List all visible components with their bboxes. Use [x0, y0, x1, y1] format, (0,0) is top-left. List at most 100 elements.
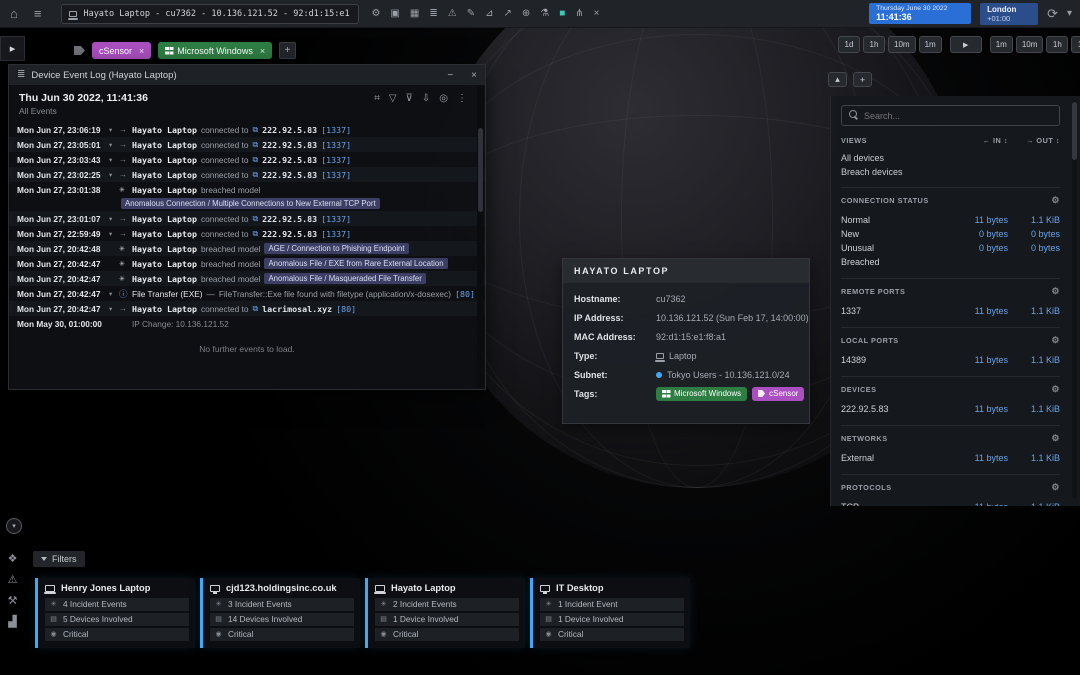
connection-target[interactable]: lacrimosal.xyz: [262, 304, 332, 314]
out-column-header[interactable]: → OUT ↕: [1008, 136, 1060, 145]
window-titlebar[interactable]: ≣ Device Event Log (Hayato Laptop) − ×: [9, 65, 485, 85]
connection-target[interactable]: 222.92.5.83: [262, 229, 317, 239]
clear-icon[interactable]: ×: [594, 9, 600, 19]
event-row[interactable]: Mon Jun 27, 20:42:48✳Hayato Laptopbreach…: [9, 241, 485, 256]
incident-card[interactable]: Hayato Laptop✳2 Incident Events▤1 Device…: [365, 578, 525, 648]
model-breach-badge[interactable]: Anomalous Connection / Multiple Connecti…: [121, 198, 380, 209]
event-row[interactable]: Mon Jun 27, 23:06:19▾→Hayato Laptopconne…: [9, 122, 485, 137]
sidebar-view-item[interactable]: Breach devices: [841, 165, 1060, 179]
timezone-display[interactable]: London +01:00: [980, 3, 1038, 25]
incident-card[interactable]: IT Desktop✳1 Incident Event▤1 Device Inv…: [530, 578, 690, 648]
screenshot-icon[interactable]: ▣: [390, 9, 399, 19]
event-row[interactable]: Mon Jun 27, 23:05:01▾→Hayato Laptopconne…: [9, 137, 485, 152]
incident-card-row[interactable]: ◉Critical: [45, 628, 189, 641]
external-link-icon[interactable]: ⧉: [252, 170, 258, 180]
incident-card-row[interactable]: ◉Critical: [210, 628, 354, 641]
event-row[interactable]: Mon Jun 27, 23:01:38✳Hayato Laptopbreach…: [9, 182, 485, 197]
scrollbar[interactable]: [477, 86, 484, 387]
scrollbar[interactable]: [1072, 100, 1077, 498]
collapse-up-button[interactable]: ▴: [828, 72, 847, 87]
event-row[interactable]: Mon Jun 27, 23:02:25▾→Hayato Laptopconne…: [9, 167, 485, 182]
expand-caret-icon[interactable]: ▾: [109, 171, 119, 179]
incident-card-row[interactable]: ▤14 Devices Involved: [210, 613, 354, 626]
model-breach-badge[interactable]: Anomalous File / Masqueraded File Transf…: [264, 273, 425, 284]
model-breach-badge[interactable]: AGE / Connection to Phishing Endpoint: [264, 243, 408, 254]
external-link-icon[interactable]: ⧉: [252, 229, 258, 239]
image-icon[interactable]: ▦: [410, 9, 419, 19]
sidebar-data-row[interactable]: 133711 bytes1.1 KiB: [841, 304, 1060, 318]
sidebar-search[interactable]: [841, 105, 1060, 126]
sidebar-data-row[interactable]: 222.92.5.8311 bytes1.1 KiB: [841, 402, 1060, 416]
in-column-header[interactable]: ← IN ↕: [950, 136, 1008, 145]
locale-icon[interactable]: ◎: [439, 94, 448, 104]
filter-icon[interactable]: ▽: [389, 94, 397, 104]
tools-icon[interactable]: ⚒: [5, 596, 20, 607]
event-row-detail[interactable]: Anomalous Connection / Multiple Connecti…: [9, 197, 485, 211]
device-tag-pill[interactable]: cSensor: [752, 387, 804, 401]
play-button[interactable]: ▶: [950, 36, 982, 53]
sidebar-view-item[interactable]: All devices: [841, 151, 1060, 165]
gear-icon[interactable]: ⚙: [1051, 195, 1060, 206]
scrollbar-thumb[interactable]: [1072, 102, 1077, 160]
time-range-button[interactable]: 1d: [1071, 36, 1080, 53]
sidebar-data-row[interactable]: 1438911 bytes1.1 KiB: [841, 353, 1060, 367]
event-row[interactable]: Mon Jun 27, 23:01:07▾→Hayato Laptopconne…: [9, 211, 485, 226]
event-row[interactable]: Mon May 30, 01:00:00IP Change: 10.136.12…: [9, 316, 485, 331]
incident-card-row[interactable]: ▤1 Device Involved: [375, 613, 519, 626]
incident-card-row[interactable]: ◉Critical: [375, 628, 519, 641]
external-link-icon[interactable]: ⧉: [252, 304, 258, 314]
expand-caret-icon[interactable]: ▾: [109, 290, 119, 298]
incident-card[interactable]: Henry Jones Laptop✳4 Incident Events▤5 D…: [35, 578, 195, 648]
incident-card-row[interactable]: ◉Critical: [540, 628, 684, 641]
expand-caret-icon[interactable]: ▾: [109, 305, 119, 313]
hub-icon[interactable]: ❖: [5, 554, 20, 565]
incident-card-row[interactable]: ✳4 Incident Events: [45, 598, 189, 611]
event-row[interactable]: Mon Jun 27, 20:42:47✳Hayato Laptopbreach…: [9, 256, 485, 271]
incident-card-row[interactable]: ▤1 Device Involved: [540, 613, 684, 626]
gear-icon[interactable]: ⚙: [1051, 482, 1060, 493]
expand-caret-icon[interactable]: ▾: [109, 156, 119, 164]
gear-icon[interactable]: ⚙: [1051, 286, 1060, 297]
sidebar-data-row[interactable]: Normal11 bytes1.1 KiB: [841, 213, 1060, 227]
minimize-icon[interactable]: −: [447, 70, 453, 81]
date-display[interactable]: Thursday June 30 2022 11:41:36: [869, 3, 971, 24]
expand-caret-icon[interactable]: ▾: [109, 141, 119, 149]
sidebar-data-row[interactable]: Breached: [841, 255, 1060, 269]
crosshair-icon[interactable]: ⊕: [522, 9, 530, 19]
time-range-button[interactable]: 1m: [990, 36, 1013, 53]
share-icon[interactable]: ↗: [503, 9, 511, 19]
external-link-icon[interactable]: ⧉: [252, 214, 258, 224]
chevron-down-icon[interactable]: ▾: [1067, 9, 1072, 19]
scrollbar-thumb[interactable]: [478, 128, 483, 212]
measure-icon[interactable]: ⊿: [485, 9, 493, 19]
time-range-button[interactable]: 10m: [888, 36, 916, 53]
incident-card-row[interactable]: ✳1 Incident Event: [540, 598, 684, 611]
time-range-button[interactable]: 1h: [863, 36, 885, 53]
device-search-box[interactable]: Hayato Laptop - cu7362 - 10.136.121.52 -…: [61, 4, 359, 24]
event-row[interactable]: Mon Jun 27, 22:59:49▾→Hayato Laptopconne…: [9, 226, 485, 241]
device-tag-pill[interactable]: Microsoft Windows: [656, 387, 747, 401]
lab-icon[interactable]: ⚗: [540, 9, 549, 19]
warning-icon[interactable]: ⚠: [448, 9, 457, 19]
time-range-button[interactable]: 1d: [838, 36, 860, 53]
connection-target[interactable]: 222.92.5.83: [262, 170, 317, 180]
gear-icon[interactable]: ⚙: [1051, 335, 1060, 346]
menu-icon[interactable]: ≡: [34, 7, 42, 20]
sidebar-data-row[interactable]: New0 bytes0 bytes: [841, 227, 1060, 241]
collapse-panel-button[interactable]: ▾: [6, 518, 22, 534]
refresh-icon[interactable]: ⟳: [1047, 7, 1058, 20]
incident-card-row[interactable]: ✳3 Incident Events: [210, 598, 354, 611]
event-row[interactable]: Mon Jun 27, 20:42:47▾→Hayato Laptopconne…: [9, 301, 485, 316]
tag-pill[interactable]: cSensor×: [92, 42, 151, 59]
connection-target[interactable]: 222.92.5.83: [262, 125, 317, 135]
external-link-icon[interactable]: ⧉: [252, 155, 258, 165]
external-link-icon[interactable]: ⧉: [252, 125, 258, 135]
filters-button[interactable]: Filters: [33, 551, 85, 567]
draw-icon[interactable]: ✎: [467, 9, 475, 19]
expand-caret-icon[interactable]: ▾: [109, 215, 119, 223]
swatch-icon[interactable]: ■: [559, 9, 565, 19]
connection-target[interactable]: 222.92.5.83: [262, 140, 317, 150]
close-icon[interactable]: ×: [471, 70, 477, 81]
graph-icon[interactable]: ⌗: [374, 94, 380, 104]
list-icon[interactable]: ≣: [429, 9, 437, 19]
